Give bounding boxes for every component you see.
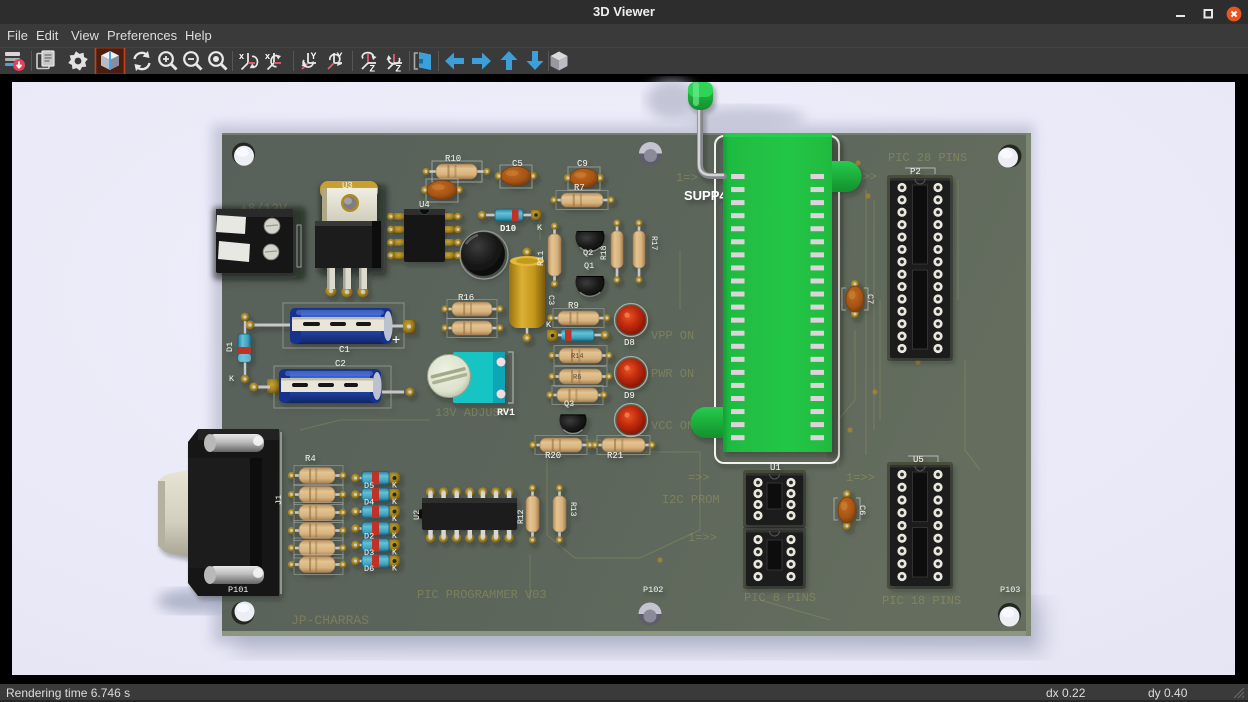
svg-text:C6: C6 <box>857 505 867 515</box>
svg-text:D5: D5 <box>364 481 374 491</box>
svg-text:D3: D3 <box>364 548 374 558</box>
svg-text:Q3: Q3 <box>564 399 574 409</box>
svg-text:PIC 8 PINS: PIC 8 PINS <box>744 591 816 605</box>
svg-text:R11: R11 <box>536 251 546 266</box>
svg-text:R13: R13 <box>568 502 577 517</box>
svg-text:R6: R6 <box>573 374 581 382</box>
svg-text:C7: C7 <box>865 294 875 304</box>
svg-text:R17: R17 <box>649 236 658 251</box>
svg-text:D8: D8 <box>624 338 635 348</box>
svg-text:PIC 18 PINS: PIC 18 PINS <box>882 594 961 608</box>
svg-text:K: K <box>392 565 397 574</box>
svg-text:PIC 28 PINS: PIC 28 PINS <box>888 151 967 165</box>
svg-text:1=>>: 1=>> <box>846 471 875 485</box>
svg-text:R20: R20 <box>545 451 561 461</box>
svg-text:K: K <box>537 223 543 233</box>
svg-text:=>>: =>> <box>688 471 710 485</box>
svg-text:P101: P101 <box>228 585 248 595</box>
svg-text:PIC PROGRAMMER V03: PIC PROGRAMMER V03 <box>417 588 547 602</box>
svg-text:R9: R9 <box>568 301 579 311</box>
svg-text:VCC ON: VCC ON <box>651 419 694 433</box>
svg-text:Y: Y <box>311 51 317 61</box>
svg-text:Z: Z <box>370 64 376 74</box>
svg-text:J1: J1 <box>274 495 284 505</box>
svg-text:Q1: Q1 <box>584 261 594 271</box>
svg-text:U2: U2 <box>412 510 422 520</box>
svg-text:x: x <box>239 51 244 61</box>
svg-text:K: K <box>392 498 397 507</box>
svg-text:Z: Z <box>396 64 402 74</box>
svg-text:1=>>: 1=>> <box>688 531 717 545</box>
svg-text:K: K <box>229 374 235 384</box>
svg-text:VPP ON: VPP ON <box>651 329 694 343</box>
svg-text:R4: R4 <box>305 454 316 464</box>
svg-text:1=>: 1=> <box>676 171 698 185</box>
svg-text:R7: R7 <box>574 183 585 193</box>
svg-text:RV1: RV1 <box>497 408 515 419</box>
svg-text:R16: R16 <box>458 293 474 303</box>
svg-text:C2: C2 <box>335 359 346 369</box>
svg-text:D4: D4 <box>364 498 374 508</box>
svg-text:Q2: Q2 <box>583 248 593 258</box>
svg-text:R14: R14 <box>571 353 584 361</box>
svg-text:P103: P103 <box>1000 585 1020 595</box>
svg-text:R18: R18 <box>600 245 609 260</box>
svg-text:D10: D10 <box>500 224 516 234</box>
svg-text:P102: P102 <box>643 585 663 595</box>
svg-text:PWR ON: PWR ON <box>651 367 694 381</box>
svg-text:R12: R12 <box>517 509 526 524</box>
svg-text:K: K <box>392 515 397 524</box>
svg-text:R10: R10 <box>445 154 461 164</box>
svg-text:+: + <box>392 331 400 347</box>
svg-text:D6: D6 <box>364 564 374 574</box>
svg-text:C3: C3 <box>546 295 556 305</box>
svg-text:x: x <box>265 51 270 61</box>
svg-text:C1: C1 <box>339 345 350 355</box>
svg-text:JP-CHARRAS: JP-CHARRAS <box>291 613 369 628</box>
svg-text:D2: D2 <box>364 532 374 542</box>
svg-text:R21: R21 <box>607 451 623 461</box>
svg-text:K: K <box>546 320 552 330</box>
svg-text:I2C PROM: I2C PROM <box>662 493 720 507</box>
svg-text:D1: D1 <box>225 342 235 352</box>
svg-text:D9: D9 <box>624 391 635 401</box>
